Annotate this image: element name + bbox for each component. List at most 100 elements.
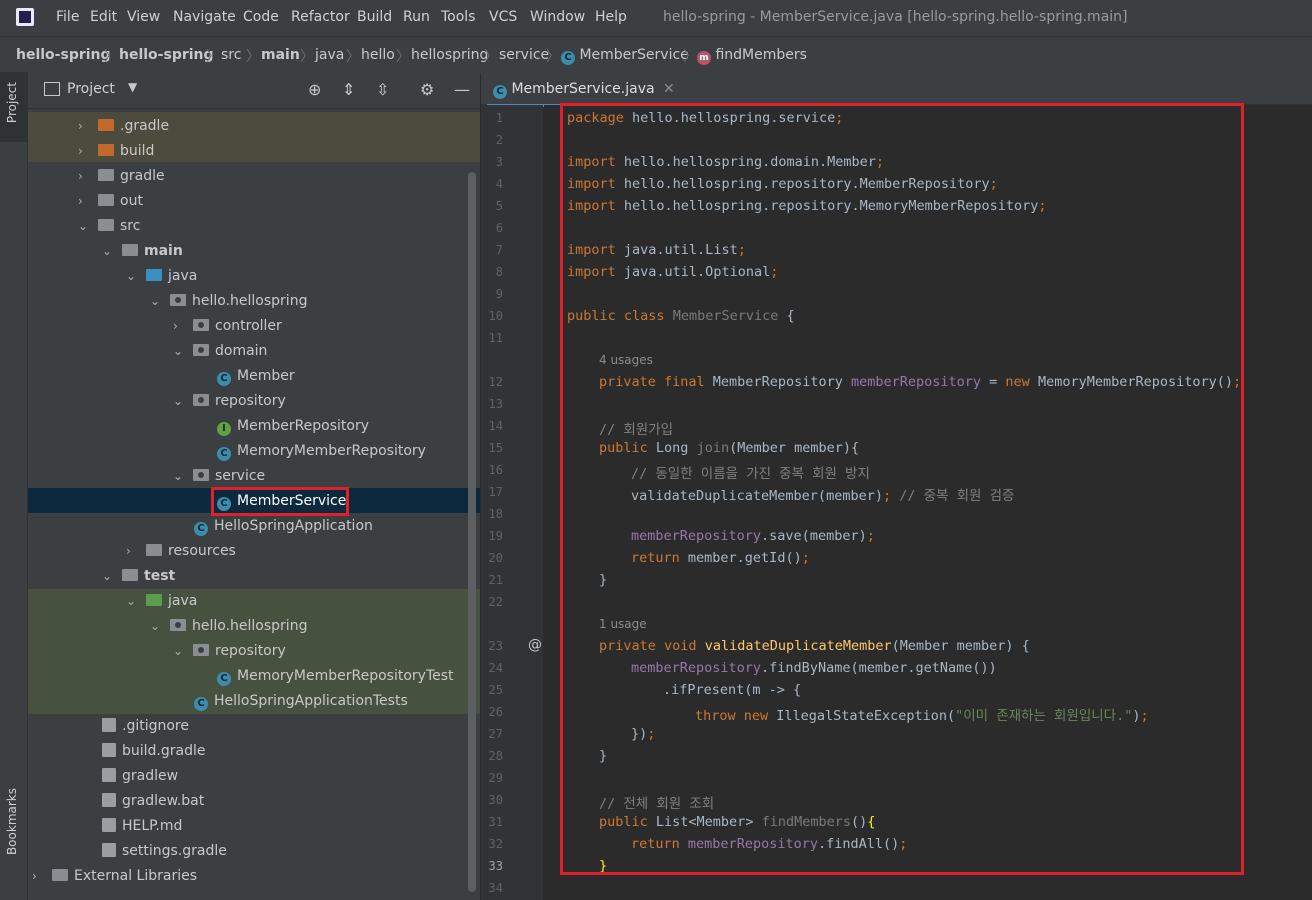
- chevron-down-icon[interactable]: ⌄: [150, 614, 170, 639]
- menu-code[interactable]: Code: [243, 9, 279, 25]
- breadcrumb-item[interactable]: main: [261, 47, 300, 63]
- tree-item-label: build.gradle: [122, 743, 206, 759]
- tree-item-label: java: [168, 593, 198, 609]
- chevron-down-icon[interactable]: ⌄: [173, 464, 193, 489]
- chevron-down-icon[interactable]: ⌄: [78, 214, 98, 239]
- class-icon: C: [217, 447, 231, 461]
- chevron-right-icon[interactable]: ›: [78, 114, 98, 139]
- tree-item[interactable]: .gitignore: [28, 714, 480, 739]
- breadcrumb-item[interactable]: src: [221, 47, 241, 63]
- package-icon: [193, 394, 209, 406]
- tree-item[interactable]: settings.gradle: [28, 839, 480, 864]
- chevron-down-icon[interactable]: ⌄: [102, 239, 122, 264]
- menu-file[interactable]: File: [56, 9, 79, 25]
- tree-item[interactable]: C HelloSpringApplicationTests: [28, 689, 480, 714]
- breadcrumb-item[interactable]: m findMembers: [697, 47, 807, 65]
- tree-item[interactable]: gradlew: [28, 764, 480, 789]
- breadcrumb-item[interactable]: hellospring: [411, 47, 488, 63]
- breadcrumb-item[interactable]: service: [499, 47, 549, 63]
- tree-item[interactable]: ⌄ hello.hellospring: [28, 289, 480, 314]
- tree-item[interactable]: ⌄ java: [28, 264, 480, 289]
- tree-item[interactable]: ⌄ service: [28, 464, 480, 489]
- breadcrumb-item[interactable]: hello-spring: [16, 47, 111, 63]
- gear-icon[interactable]: ⚙: [420, 80, 434, 99]
- project-stripe-tab[interactable]: Project: [0, 72, 27, 142]
- menu-refactor[interactable]: Refactor: [291, 9, 350, 25]
- menu-vcs[interactable]: VCS: [489, 9, 517, 25]
- chevron-right-icon[interactable]: ›: [78, 164, 98, 189]
- tree-item-label: HelloSpringApplication: [214, 518, 373, 534]
- chevron-down-icon[interactable]: ⌄: [173, 339, 193, 364]
- collapse-all-icon[interactable]: ⇳: [376, 80, 389, 99]
- folder-icon: [146, 269, 162, 281]
- tree-item[interactable]: ⌄ java: [28, 589, 480, 614]
- tree-item[interactable]: ⌄ test: [28, 564, 480, 589]
- menu-help[interactable]: Help: [595, 9, 627, 25]
- tree-item[interactable]: ⌄ hello.hellospring: [28, 614, 480, 639]
- breadcrumb-item[interactable]: hello-spring: [119, 47, 214, 63]
- tree-item[interactable]: ⌄ repository: [28, 639, 480, 664]
- chevron-right-icon[interactable]: ›: [78, 189, 98, 214]
- chevron-right-icon[interactable]: ›: [32, 864, 52, 889]
- line-number: 16: [488, 463, 503, 477]
- tree-item[interactable]: › .gradle: [28, 114, 480, 139]
- tree-item[interactable]: › out: [28, 189, 480, 214]
- tree-item[interactable]: › build: [28, 139, 480, 164]
- tree-item[interactable]: ⌄ repository: [28, 389, 480, 414]
- tree-item[interactable]: C MemoryMemberRepository: [28, 439, 480, 464]
- tree-item[interactable]: › resources: [28, 539, 480, 564]
- menu-tools[interactable]: Tools: [441, 9, 476, 25]
- chevron-down-icon[interactable]: ⌄: [173, 389, 193, 414]
- breadcrumb-item[interactable]: java: [315, 47, 344, 63]
- tree-item-label: out: [120, 193, 143, 209]
- chevron-right-icon[interactable]: ›: [78, 139, 98, 164]
- close-icon[interactable]: ✕: [663, 81, 675, 97]
- line-number: 15: [488, 441, 503, 455]
- menu-edit[interactable]: Edit: [90, 9, 117, 25]
- bookmarks-stripe-tab[interactable]: Bookmarks: [5, 788, 19, 855]
- tree-item[interactable]: C Member: [28, 364, 480, 389]
- chevron-down-icon[interactable]: ⌄: [173, 639, 193, 664]
- chevron-down-icon[interactable]: ⌄: [102, 564, 122, 589]
- line-number: 4: [495, 177, 503, 191]
- chevron-down-icon[interactable]: ⌄: [126, 264, 146, 289]
- menu-view[interactable]: View: [127, 9, 160, 25]
- tree-item[interactable]: › controller: [28, 314, 480, 339]
- tree-item-label: hello.hellospring: [192, 618, 308, 634]
- menu-build[interactable]: Build: [357, 9, 392, 25]
- breadcrumb-item[interactable]: C MemberService: [561, 47, 689, 65]
- dropdown-icon[interactable]: ▼: [128, 80, 137, 94]
- folder-icon: [98, 119, 114, 131]
- locate-icon[interactable]: ⊕: [308, 80, 321, 99]
- project-scrollbar[interactable]: [468, 172, 476, 892]
- tree-item[interactable]: HELP.md: [28, 814, 480, 839]
- file-icon: [102, 718, 116, 732]
- tree-item[interactable]: I MemberRepository: [28, 414, 480, 439]
- tree-item-label: repository: [215, 643, 286, 659]
- tab-memberservice-java[interactable]: C MemberService.java ✕: [487, 72, 681, 107]
- tree-item[interactable]: › External Libraries: [28, 864, 480, 889]
- chevron-down-icon[interactable]: ⌄: [126, 589, 146, 614]
- override-marker-icon[interactable]: @: [528, 637, 542, 653]
- chevron-right-icon[interactable]: ›: [173, 314, 193, 339]
- tree-item[interactable]: build.gradle: [28, 739, 480, 764]
- minimize-icon[interactable]: —: [454, 80, 470, 99]
- tree-item[interactable]: C MemoryMemberRepositoryTest: [28, 664, 480, 689]
- tree-item[interactable]: › gradle: [28, 164, 480, 189]
- tree-item-label: service: [215, 468, 266, 484]
- chevron-down-icon[interactable]: ⌄: [150, 289, 170, 314]
- menu-window[interactable]: Window: [530, 9, 585, 25]
- menu-run[interactable]: Run: [403, 9, 430, 25]
- expand-all-icon[interactable]: ⇕: [342, 80, 355, 99]
- chevron-right-icon: 〉: [206, 49, 220, 65]
- tree-item[interactable]: C HelloSpringApplication: [28, 514, 480, 539]
- tree-item[interactable]: ⌄ domain: [28, 339, 480, 364]
- line-number: 22: [488, 595, 503, 609]
- project-view-title[interactable]: Project: [67, 81, 115, 97]
- tree-item[interactable]: ⌄ main: [28, 239, 480, 264]
- chevron-right-icon[interactable]: ›: [126, 539, 146, 564]
- tree-item[interactable]: ⌄ src: [28, 214, 480, 239]
- tree-item[interactable]: gradlew.bat: [28, 789, 480, 814]
- menu-navigate[interactable]: Navigate: [173, 9, 236, 25]
- breadcrumb-item[interactable]: hello: [361, 47, 395, 63]
